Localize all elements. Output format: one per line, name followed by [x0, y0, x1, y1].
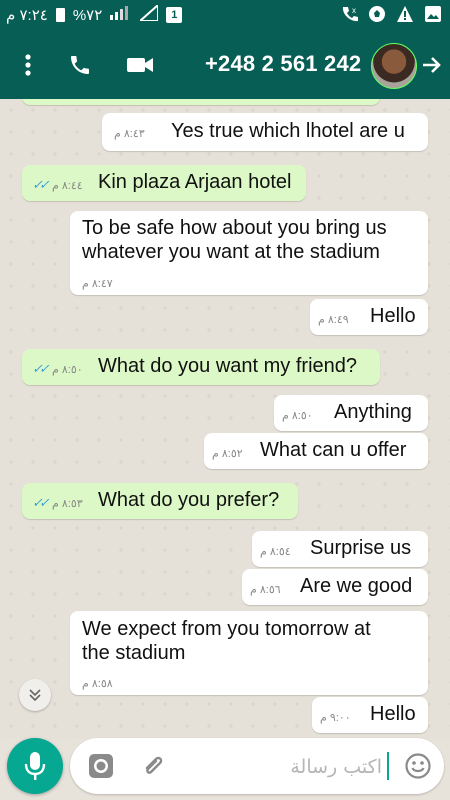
read-receipt-icon: ✓✓ — [32, 361, 50, 376]
signal-icon-2 — [137, 2, 160, 25]
message-text: Surprise us — [310, 537, 412, 559]
read-receipt-icon: ✓✓ — [32, 495, 50, 510]
message-incoming[interactable]: ٨:٥٢ م What can u offer — [204, 433, 428, 469]
message-time: ٨:٤٩ م — [318, 314, 349, 326]
message-outgoing[interactable]: ✓✓ ٨:٥٠ م What do you want my friend? — [22, 349, 380, 385]
message-time: ٨:٤٧ م — [82, 278, 113, 290]
message-text: Hello — [370, 703, 416, 725]
voice-call-icon[interactable] — [66, 49, 94, 81]
message-time: ٨:٤٣ م — [114, 128, 145, 140]
message-incoming[interactable]: We expect from you tomorrow at the stadi… — [70, 611, 428, 695]
avatar[interactable] — [371, 43, 417, 89]
message-incoming[interactable]: ٩:٠٠ م Hello — [312, 697, 428, 733]
message-time: ٨:٥٣ م — [52, 498, 83, 510]
battery-percent: %٧٢ — [72, 7, 103, 24]
message-text: Anything — [334, 401, 412, 423]
emoji-icon[interactable] — [404, 752, 432, 785]
contact-phone-number[interactable]: +248 2 561 242 — [205, 51, 361, 77]
status-bar: ٧:٢٤ م %٧٢ 1 x — [0, 0, 450, 31]
battery-icon — [55, 8, 65, 22]
status-left: ٧:٢٤ م %٧٢ 1 — [6, 2, 183, 25]
message-bubble-partial — [22, 99, 380, 105]
microphone-icon — [24, 752, 46, 780]
svg-text:x: x — [352, 6, 356, 15]
back-arrow-icon[interactable] — [418, 49, 446, 81]
message-text: To be safe how about you bring us whatev… — [82, 217, 387, 263]
message-input[interactable] — [190, 751, 384, 783]
message-time: ٨:٥٤ م — [260, 546, 291, 558]
voice-record-button[interactable] — [7, 738, 63, 794]
read-receipt-icon: ✓✓ — [32, 177, 50, 192]
video-call-icon[interactable] — [124, 49, 156, 81]
message-incoming[interactable]: ٨:٤٩ م Hello — [310, 299, 428, 335]
scroll-to-bottom-button[interactable] — [19, 679, 51, 711]
call-muted-icon: x — [340, 5, 358, 27]
message-time: ٩:٠٠ م — [320, 712, 351, 724]
message-composer — [70, 738, 444, 794]
attach-icon[interactable] — [140, 752, 168, 785]
message-incoming[interactable]: ٨:٤٣ م Yes true which lhotel are u — [102, 113, 428, 151]
message-text: Kin plaza Arjaan hotel — [98, 171, 292, 193]
message-text: What can u offer — [260, 439, 407, 461]
status-right: x — [340, 5, 442, 27]
signal-icon — [110, 6, 132, 24]
text-cursor — [387, 752, 389, 780]
message-time: ٨:٥٨ م — [82, 678, 113, 690]
status-time: ٧:٢٤ م — [6, 7, 48, 24]
message-incoming[interactable]: ٨:٥٦ م Are we good — [242, 569, 428, 605]
sim-icon: 1 — [166, 7, 183, 23]
warning-icon — [396, 5, 414, 27]
message-incoming[interactable]: ٨:٥٤ م Surprise us — [252, 531, 428, 567]
app-bar: +248 2 561 242 — [0, 31, 450, 99]
image-icon — [424, 5, 442, 27]
double-chevron-down-icon — [29, 689, 41, 702]
message-text: Hello — [370, 305, 416, 327]
message-time: ٨:٥٦ م — [250, 584, 281, 596]
message-outgoing[interactable]: ✓✓ ٨:٤٤ م Kin plaza Arjaan hotel — [22, 165, 306, 201]
message-text: What do you want my friend? — [98, 355, 358, 377]
message-time: ٨:٥٠ م — [282, 410, 313, 422]
camera-icon[interactable] — [88, 753, 114, 784]
message-text: Yes true which lhotel are u — [171, 120, 405, 142]
soccer-icon — [368, 5, 386, 27]
message-time: ٨:٤٤ م — [52, 180, 83, 192]
message-time: ٨:٥٢ م — [212, 448, 243, 460]
message-text: We expect from you tomorrow at the stadi… — [82, 618, 371, 664]
message-text: What do you prefer? — [98, 489, 280, 511]
more-options-icon[interactable] — [16, 49, 40, 81]
message-outgoing[interactable]: ✓✓ ٨:٥٣ م What do you prefer? — [22, 483, 298, 519]
message-time: ٨:٥٠ م — [52, 364, 83, 376]
chat-area[interactable]: ٨:٤٣ م Yes true which lhotel are u ✓✓ ٨:… — [0, 99, 450, 739]
message-incoming[interactable]: To be safe how about you bring us whatev… — [70, 211, 428, 295]
message-text: Are we good — [300, 575, 413, 597]
message-incoming[interactable]: ٨:٥٠ م Anything — [274, 395, 428, 431]
